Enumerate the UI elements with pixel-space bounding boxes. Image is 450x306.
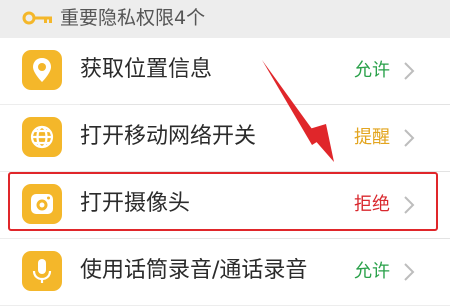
section-title: 重要隐私权限4个: [60, 7, 206, 29]
chevron-right-icon: [404, 62, 415, 80]
section-header: 重要隐私权限4个: [0, 0, 450, 37]
location-icon: [22, 50, 62, 90]
permission-label: 使用话筒录音/通话录音: [80, 258, 308, 283]
permission-status: 允许: [354, 60, 390, 81]
permission-status: 提醒: [354, 127, 390, 148]
key-icon: [22, 11, 52, 25]
permission-label: 获取位置信息: [80, 57, 213, 82]
microphone-icon: [22, 251, 62, 291]
permission-row-mobile-network[interactable]: 打开移动网络开关 提醒: [0, 105, 450, 171]
annotation-arrow: [262, 60, 334, 162]
permission-label: 打开移动网络开关: [80, 124, 257, 149]
highlight-box: [8, 172, 438, 231]
chevron-right-icon: [404, 129, 415, 147]
chevron-right-icon: [404, 263, 415, 281]
permission-row-microphone[interactable]: 使用话筒录音/通话录音 允许: [0, 239, 450, 305]
globe-icon: [22, 117, 62, 157]
permission-status: 允许: [354, 261, 390, 282]
permission-row-location[interactable]: 获取位置信息 允许: [0, 38, 450, 104]
